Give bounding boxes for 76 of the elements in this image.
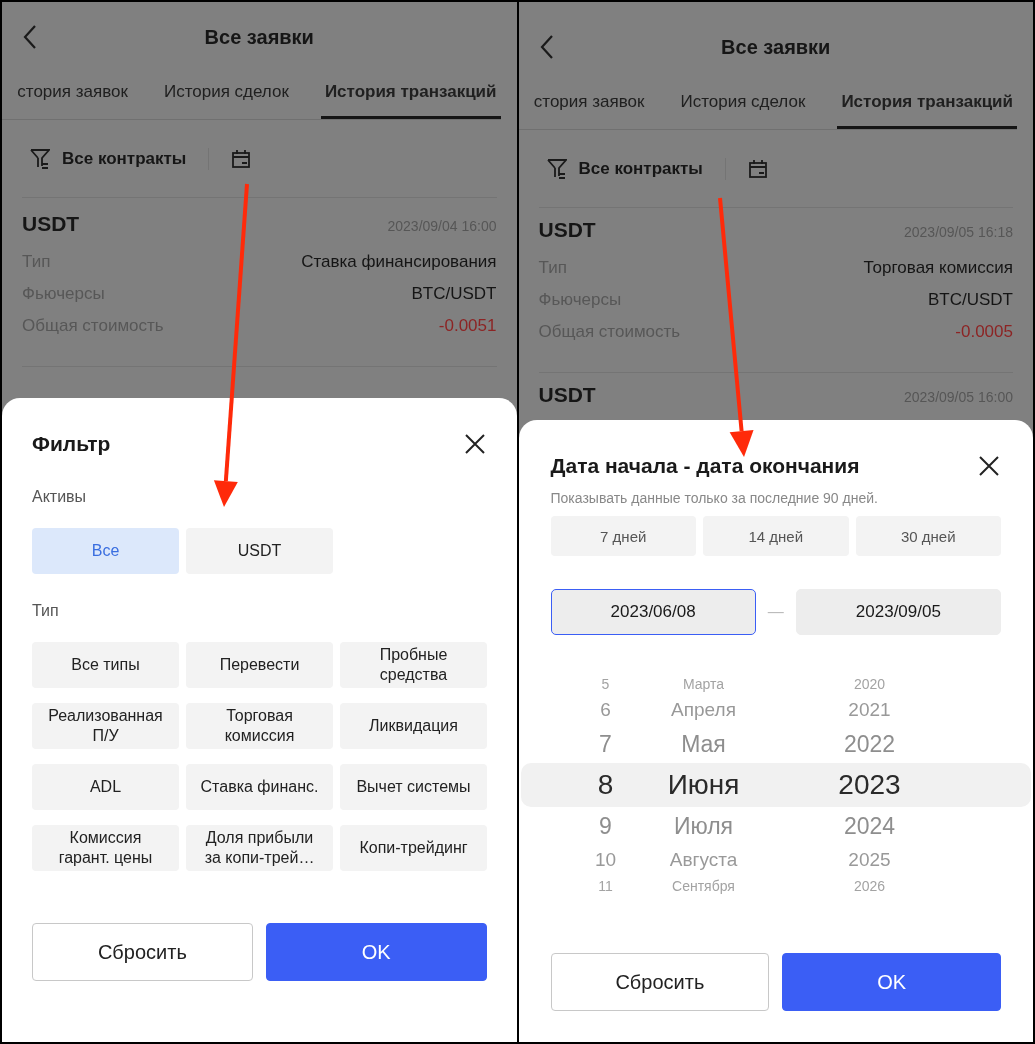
field-value: -0.0005 <box>955 322 1013 342</box>
calendar-icon[interactable] <box>231 148 252 169</box>
field-value: Торговая комиссия <box>863 258 1013 278</box>
field-value: -0.0051 <box>438 316 497 336</box>
reset-button[interactable]: Сбросить <box>550 953 770 1011</box>
reset-button[interactable]: Сбросить <box>32 923 253 981</box>
contract-filter[interactable]: Все контракты <box>62 148 187 169</box>
preset-chip[interactable]: 30 дней <box>855 516 1001 556</box>
picker-item[interactable]: 2026 <box>853 878 886 894</box>
option-chip[interactable]: USDT <box>186 528 333 574</box>
filter-icon[interactable] <box>546 157 567 180</box>
start-date-field[interactable]: 2023/06/08 <box>550 589 756 635</box>
contract-filter[interactable]: Все контракты <box>578 158 703 179</box>
option-chip[interactable]: Вычет системы <box>340 764 487 810</box>
screen-title: Все заявки <box>721 35 831 59</box>
calendar-icon[interactable] <box>747 158 768 179</box>
option-chip[interactable]: Все типы <box>32 642 179 688</box>
section-label: Тип <box>32 602 60 621</box>
option-chip[interactable]: Ликвидация <box>340 703 487 749</box>
filter-icon[interactable] <box>30 147 50 170</box>
picker-item[interactable]: Мая <box>681 730 726 758</box>
option-chip[interactable]: Копи-трейдинг <box>340 825 487 871</box>
back-icon[interactable] <box>22 24 38 50</box>
picker-item[interactable]: 2023 <box>838 769 901 801</box>
range-dash: — <box>767 603 784 621</box>
tab[interactable]: История сделок <box>676 72 810 129</box>
picker-item[interactable]: Июля <box>673 812 734 840</box>
asset-name: USDT <box>538 218 596 242</box>
screen-title: Все заявки <box>204 25 314 49</box>
tab[interactable]: История транзакций <box>320 62 501 119</box>
option-chip[interactable]: Перевести <box>186 642 333 688</box>
picker-item[interactable]: Июня <box>667 769 740 801</box>
option-chip[interactable]: ADL <box>32 764 179 810</box>
asset-name: USDT <box>22 212 80 236</box>
section-label: Активы <box>32 488 88 507</box>
tab[interactable]: стория заявок <box>529 72 649 129</box>
picker-item[interactable]: 2024 <box>843 812 896 840</box>
option-chip[interactable]: Доля прибыли за копи-трей… <box>186 825 333 871</box>
option-chip[interactable]: Все <box>32 528 179 574</box>
picker-item[interactable]: 2020 <box>853 676 886 692</box>
ok-button[interactable]: OK <box>265 923 487 981</box>
ok-button[interactable]: OK <box>782 953 1001 1011</box>
picker-item[interactable]: 2021 <box>848 699 891 721</box>
picker-item[interactable]: 2022 <box>843 730 896 758</box>
sheet-title: Фильтр <box>32 432 111 456</box>
preset-chip[interactable]: 14 дней <box>703 516 849 556</box>
picker-item[interactable]: Апреля <box>671 699 736 721</box>
option-chip[interactable]: Пробные средства <box>340 642 487 688</box>
asset-name: USDT <box>538 383 596 407</box>
option-chip[interactable]: Торговая комиссия <box>186 703 333 749</box>
picker-item[interactable]: 11 <box>598 878 613 894</box>
end-date-field[interactable]: 2023/09/05 <box>795 589 1001 635</box>
tab[interactable]: стория заявок <box>13 62 132 119</box>
option-chip[interactable]: Реализованная П/У <box>32 703 179 749</box>
picker-item[interactable]: 10 <box>594 849 617 871</box>
preset-chip[interactable]: 7 дней <box>550 516 696 556</box>
picker-item[interactable]: Августа <box>669 849 738 871</box>
field-value: BTC/USDT <box>928 290 1013 310</box>
back-icon[interactable] <box>538 34 555 60</box>
close-icon[interactable] <box>977 454 1001 478</box>
tab[interactable]: История транзакций <box>837 72 1017 129</box>
picker-item[interactable]: 2025 <box>848 849 891 871</box>
picker-item[interactable]: Марта <box>682 676 725 692</box>
field-value: BTC/USDT <box>411 284 497 304</box>
picker-item[interactable]: 7 <box>599 730 612 758</box>
picker-item[interactable]: 9 <box>599 812 612 840</box>
option-chip[interactable]: Ставка финанс. <box>186 764 333 810</box>
picker-item[interactable]: 8 <box>597 769 614 801</box>
picker-item[interactable]: Сентября <box>672 878 735 894</box>
close-icon[interactable] <box>462 432 487 456</box>
picker-item[interactable]: 5 <box>601 676 610 692</box>
tab[interactable]: История сделок <box>159 62 293 119</box>
option-chip[interactable]: Комиссия гарант. цены <box>32 825 179 871</box>
picker-item[interactable]: 6 <box>600 699 611 721</box>
range-note: Показывать данные только за последние 90 дней. <box>550 490 879 506</box>
sheet-title: Дата начала - дата окончания <box>550 454 860 478</box>
